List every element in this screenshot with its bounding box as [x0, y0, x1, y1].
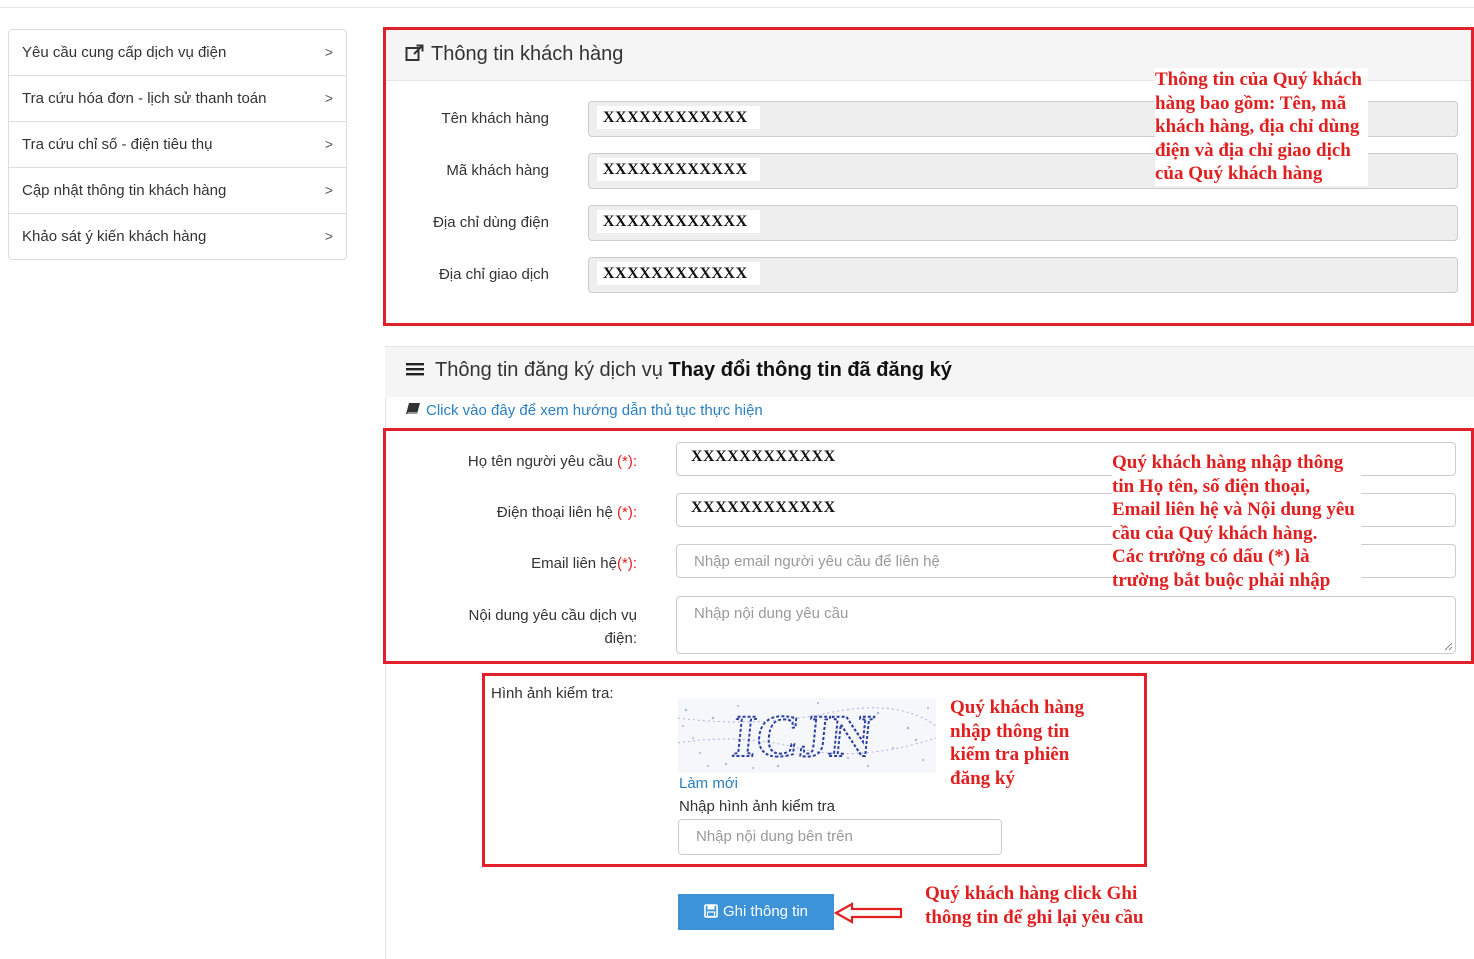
- sidebar-item-label: Cập nhật thông tin khách hàng: [22, 182, 227, 199]
- captcha-input-label: Nhập hình ảnh kiểm tra: [679, 798, 835, 815]
- masked-value: XXXXXXXXXXXX: [597, 262, 760, 285]
- usage-address-row: Địa chỉ dùng điện XXXXXXXXXXXX: [385, 205, 1474, 241]
- sidebar-item-customer-survey[interactable]: Khảo sát ý kiến khách hàng >: [9, 213, 346, 259]
- customer-code-label: Mã khách hàng: [446, 162, 549, 179]
- requester-name-label: Họ tên người yêu cầu (*):: [467, 453, 637, 470]
- annotation-request-info: Quý khách hàng nhập thông tin Họ tên, số…: [1112, 451, 1361, 592]
- annotation-captcha: Quý khách hàng nhập thông tin kiểm tra p…: [950, 696, 1085, 790]
- usage-address-field: XXXXXXXXXXXX: [588, 205, 1458, 241]
- svg-text:ICJN: ICJN: [729, 703, 876, 770]
- chevron-right-icon: >: [324, 90, 333, 106]
- annotation-submit: Quý khách hàng click Ghi thông tin để gh…: [925, 882, 1144, 929]
- captcha-refresh-link[interactable]: Làm mới: [679, 775, 738, 792]
- usage-address-label: Địa chỉ dùng điện: [433, 214, 549, 231]
- content-placeholder: Nhập nội dung yêu cầu: [694, 605, 849, 622]
- transaction-address-field: XXXXXXXXXXXX: [588, 257, 1458, 293]
- external-link-icon: [405, 43, 431, 65]
- transaction-address-row: Địa chỉ giao dịch XXXXXXXXXXXX: [385, 257, 1474, 293]
- captcha-noise: ICJN: [678, 702, 936, 771]
- chevron-right-icon: >: [324, 136, 333, 152]
- sidebar-item-label: Yêu cầu cung cấp dịch vụ điện: [22, 44, 227, 61]
- chevron-right-icon: >: [324, 228, 333, 244]
- sidebar-item-label: Khảo sát ý kiến khách hàng: [22, 228, 207, 245]
- captcha-input[interactable]: Nhập nội dung bên trên: [678, 819, 1002, 855]
- masked-value: XXXXXXXXXXXX: [597, 210, 760, 233]
- email-placeholder: Nhập email người yêu cầu để liên hệ: [694, 553, 940, 570]
- captcha-image: ICJN: [678, 698, 936, 773]
- guide-link[interactable]: Click vào đây để xem hướng dẫn thủ tục t…: [405, 402, 763, 419]
- save-info-button[interactable]: Ghi thông tin: [678, 894, 834, 930]
- sidebar-item-label: Tra cứu hóa đơn - lịch sử thanh toán: [22, 90, 267, 107]
- sidebar-item-power-supply-request[interactable]: Yêu cầu cung cấp dịch vụ điện >: [9, 30, 346, 75]
- masked-value: XXXXXXXXXXXX: [691, 499, 836, 516]
- email-label: Email liên hệ(*):: [531, 555, 637, 572]
- menu-icon: [405, 359, 435, 381]
- chevron-right-icon: >: [324, 182, 333, 198]
- arrow-left-icon: [834, 902, 903, 924]
- request-content-textarea[interactable]: Nhập nội dung yêu cầu: [676, 596, 1456, 654]
- sidebar-item-label: Tra cứu chỉ số - điện tiêu thụ: [22, 136, 213, 153]
- resize-handle-icon[interactable]: [1443, 641, 1453, 651]
- captcha-label: Hình ảnh kiểm tra:: [491, 685, 614, 702]
- sidebar-item-invoice-history[interactable]: Tra cứu hóa đơn - lịch sử thanh toán >: [9, 75, 346, 121]
- transaction-address-label: Địa chỉ giao dịch: [438, 266, 549, 283]
- panel-title: Thông tin khách hàng: [405, 43, 623, 66]
- masked-value: XXXXXXXXXXXX: [597, 106, 760, 129]
- panel-title: Thông tin đăng ký dịch vụ Thay đổi thông…: [405, 359, 952, 382]
- panel-border: [385, 396, 386, 959]
- service-panel-heading: Thông tin đăng ký dịch vụ Thay đổi thông…: [385, 346, 1474, 397]
- customer-name-label: Tên khách hàng: [441, 110, 549, 127]
- captcha-placeholder: Nhập nội dung bên trên: [696, 828, 853, 845]
- floppy-disk-icon: [704, 903, 723, 920]
- phone-label: Điện thoại liên hệ (*):: [496, 504, 637, 521]
- masked-value: XXXXXXXXXXXX: [691, 448, 836, 465]
- top-divider: [0, 7, 1474, 8]
- request-content-label: Nội dung yêu cầu dịch vụ điện:: [468, 607, 637, 647]
- annotation-customer-info: Thông tin của Quý khách hàng bao gồm: Tê…: [1155, 68, 1368, 186]
- book-icon: [405, 402, 426, 419]
- chevron-right-icon: >: [324, 44, 333, 60]
- sidebar-item-update-customer-info[interactable]: Cập nhật thông tin khách hàng >: [9, 167, 346, 213]
- sidebar-menu: Yêu cầu cung cấp dịch vụ điện > Tra cứu …: [8, 29, 347, 260]
- masked-value: XXXXXXXXXXXX: [597, 158, 760, 181]
- sidebar-item-meter-consumption[interactable]: Tra cứu chỉ số - điện tiêu thụ >: [9, 121, 346, 167]
- service-name: Thay đổi thông tin đã đăng ký: [668, 359, 952, 381]
